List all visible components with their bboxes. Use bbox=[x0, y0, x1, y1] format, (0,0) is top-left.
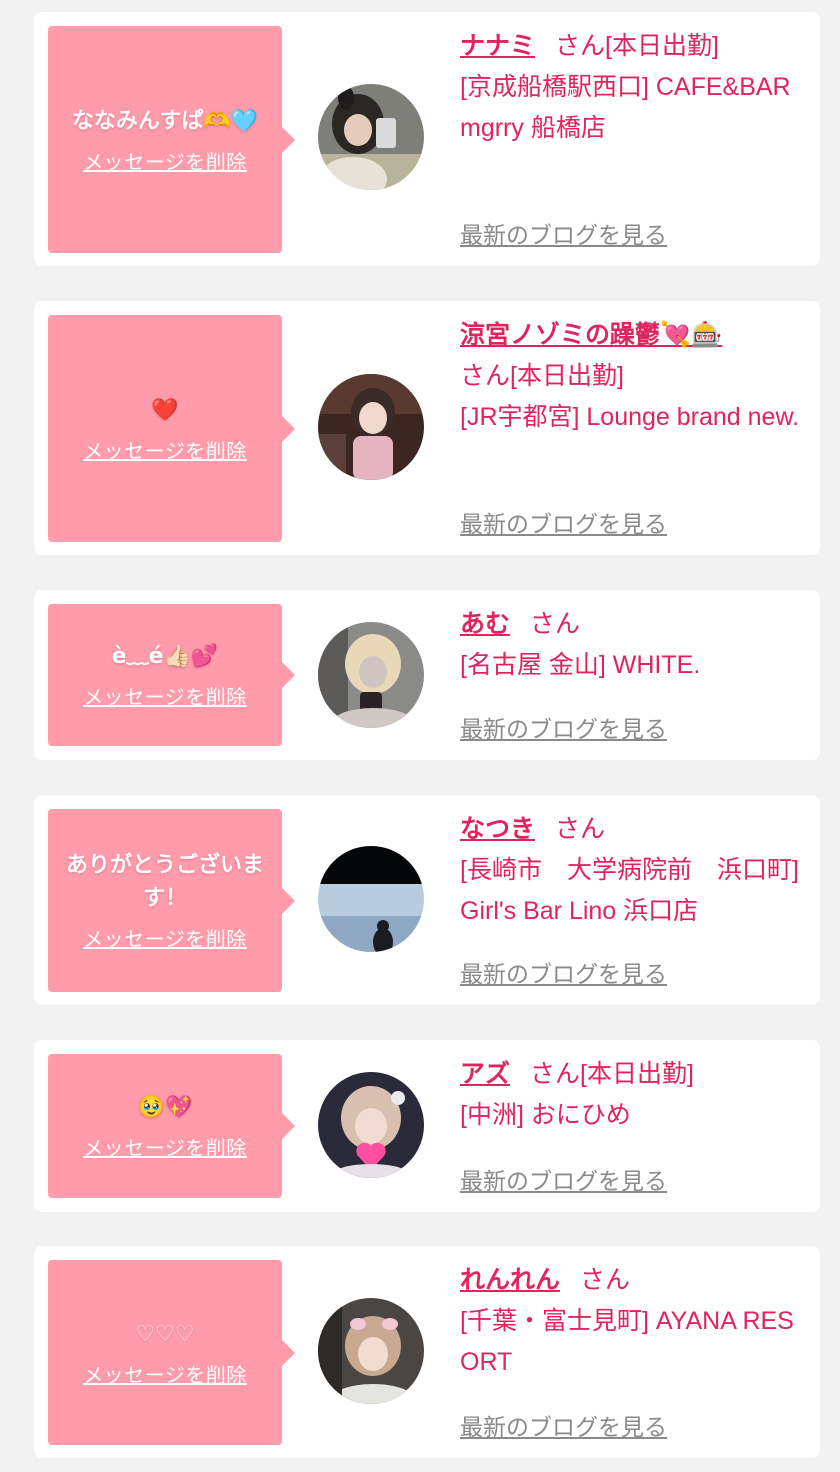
message-text: 🥹💖 bbox=[137, 1095, 193, 1120]
message-card: ありがとうございます！ メッセージを削除 なつき さん [長崎市 大学病院前 浜口… bbox=[34, 795, 820, 1005]
cast-info: アズ さん[本日出勤] [中洲] おにひめ bbox=[460, 1054, 810, 1136]
shop-name: [名古屋 金山] WHITE. bbox=[460, 651, 701, 679]
message-bubble: ♡♡♡ メッセージを削除 bbox=[48, 1260, 295, 1445]
message-bubble: ななみんすぱ🫶🩵 メッセージを削除 bbox=[48, 26, 295, 253]
shop-name: [長崎市 大学病院前 浜口町] Girl's Bar Lino 浜口店 bbox=[460, 856, 799, 925]
avatar-photo bbox=[318, 1072, 424, 1178]
message-bubble: ❤️ メッセージを削除 bbox=[48, 315, 295, 542]
message-text: è﹏é👍🏻💕 bbox=[111, 644, 219, 669]
shop-name: [JR宇都宮] Lounge brand new. bbox=[460, 403, 800, 431]
cast-name-link[interactable]: 涼宮ノゾミの躁鬱💘🎰 bbox=[460, 321, 722, 349]
cast-name-link[interactable]: あむ bbox=[460, 610, 510, 638]
message-card: è﹏é👍🏻💕 メッセージを削除 あむ さん [名古屋 金山] WHITE. 最新の… bbox=[34, 590, 820, 760]
message-card: ❤️ メッセージを削除 涼宮ノゾミの躁鬱💘🎰 さん[本日出勤] [JR宇都宮] … bbox=[34, 301, 820, 555]
avatar[interactable] bbox=[318, 1298, 424, 1404]
avatar[interactable] bbox=[318, 374, 424, 480]
avatar[interactable] bbox=[318, 84, 424, 190]
cast-name-link[interactable]: ナナミ bbox=[460, 32, 535, 60]
message-card: ♡♡♡ メッセージを削除 れんれん さん [千葉・富士見町] AYANA RESO… bbox=[34, 1246, 820, 1458]
message-text: ♡♡♡ bbox=[135, 1321, 195, 1347]
message-card: 🥹💖 メッセージを削除 アズ さん[本日出勤] [中洲] おにひめ 最新のブログを… bbox=[34, 1040, 820, 1212]
cast-info: なつき さん [長崎市 大学病院前 浜口町] Girl's Bar Lino 浜口… bbox=[460, 809, 810, 932]
cast-info: ナナミ さん[本日出勤] [京成船橋駅西口] CAFE&BAR mgrry 船橋店 bbox=[460, 26, 810, 149]
latest-blog-link[interactable]: 最新のブログを見る bbox=[460, 710, 667, 744]
status-badge: [本日出勤] bbox=[580, 1060, 694, 1088]
delete-message-link[interactable]: メッセージを削除 bbox=[83, 681, 247, 710]
message-bubble: è﹏é👍🏻💕 メッセージを削除 bbox=[48, 604, 295, 746]
cast-name-link[interactable]: なつき bbox=[460, 815, 535, 843]
avatar-photo bbox=[318, 374, 424, 480]
avatar[interactable] bbox=[318, 622, 424, 728]
honorific: さん bbox=[580, 1266, 631, 1294]
avatar-photo bbox=[318, 1298, 424, 1404]
delete-message-link[interactable]: メッセージを削除 bbox=[83, 1132, 247, 1161]
honorific: さん bbox=[555, 815, 606, 843]
status-badge: [本日出勤] bbox=[510, 362, 624, 390]
cast-info: あむ さん [名古屋 金山] WHITE. bbox=[460, 604, 810, 686]
avatar[interactable] bbox=[318, 846, 424, 952]
latest-blog-link[interactable]: 最新のブログを見る bbox=[460, 505, 667, 539]
latest-blog-link[interactable]: 最新のブログを見る bbox=[460, 1162, 667, 1196]
honorific: さん bbox=[460, 362, 511, 390]
shop-name: [千葉・富士見町] AYANA RESORT bbox=[460, 1307, 794, 1376]
cast-name-link[interactable]: アズ bbox=[460, 1060, 510, 1088]
honorific: さん bbox=[555, 32, 606, 60]
message-bubble: 🥹💖 メッセージを削除 bbox=[48, 1054, 295, 1198]
message-text: ななみんすぱ🫶🩵 bbox=[71, 108, 259, 134]
message-list: ななみんすぱ🫶🩵 メッセージを削除 ナナミ さん[本日出勤] [京成船橋駅西口] … bbox=[0, 0, 840, 1472]
message-card: ななみんすぱ🫶🩵 メッセージを削除 ナナミ さん[本日出勤] [京成船橋駅西口] … bbox=[34, 12, 820, 266]
delete-message-link[interactable]: メッセージを削除 bbox=[83, 146, 247, 175]
latest-blog-link[interactable]: 最新のブログを見る bbox=[460, 216, 667, 250]
cast-info: 涼宮ノゾミの躁鬱💘🎰 さん[本日出勤] [JR宇都宮] Lounge brand… bbox=[460, 315, 810, 438]
honorific: さん bbox=[530, 610, 581, 638]
latest-blog-link[interactable]: 最新のブログを見る bbox=[460, 955, 667, 989]
honorific: さん bbox=[530, 1060, 581, 1088]
avatar-photo bbox=[318, 846, 424, 952]
shop-name: [京成船橋駅西口] CAFE&BAR mgrry 船橋店 bbox=[460, 73, 791, 142]
message-text: ありがとうございます！ bbox=[65, 853, 264, 911]
message-text: ❤️ bbox=[151, 397, 179, 423]
status-badge: [本日出勤] bbox=[605, 32, 719, 60]
avatar[interactable] bbox=[318, 1072, 424, 1178]
avatar-photo bbox=[318, 84, 424, 190]
cast-name-link[interactable]: れんれん bbox=[460, 1266, 560, 1294]
message-bubble: ありがとうございます！ メッセージを削除 bbox=[48, 809, 295, 992]
shop-name: [中洲] おにひめ bbox=[460, 1101, 631, 1129]
avatar-photo bbox=[318, 622, 424, 728]
latest-blog-link[interactable]: 最新のブログを見る bbox=[460, 1408, 667, 1442]
delete-message-link[interactable]: メッセージを削除 bbox=[83, 435, 247, 464]
delete-message-link[interactable]: メッセージを削除 bbox=[83, 923, 247, 952]
cast-info: れんれん さん [千葉・富士見町] AYANA RESORT bbox=[460, 1260, 810, 1383]
delete-message-link[interactable]: メッセージを削除 bbox=[83, 1359, 247, 1388]
